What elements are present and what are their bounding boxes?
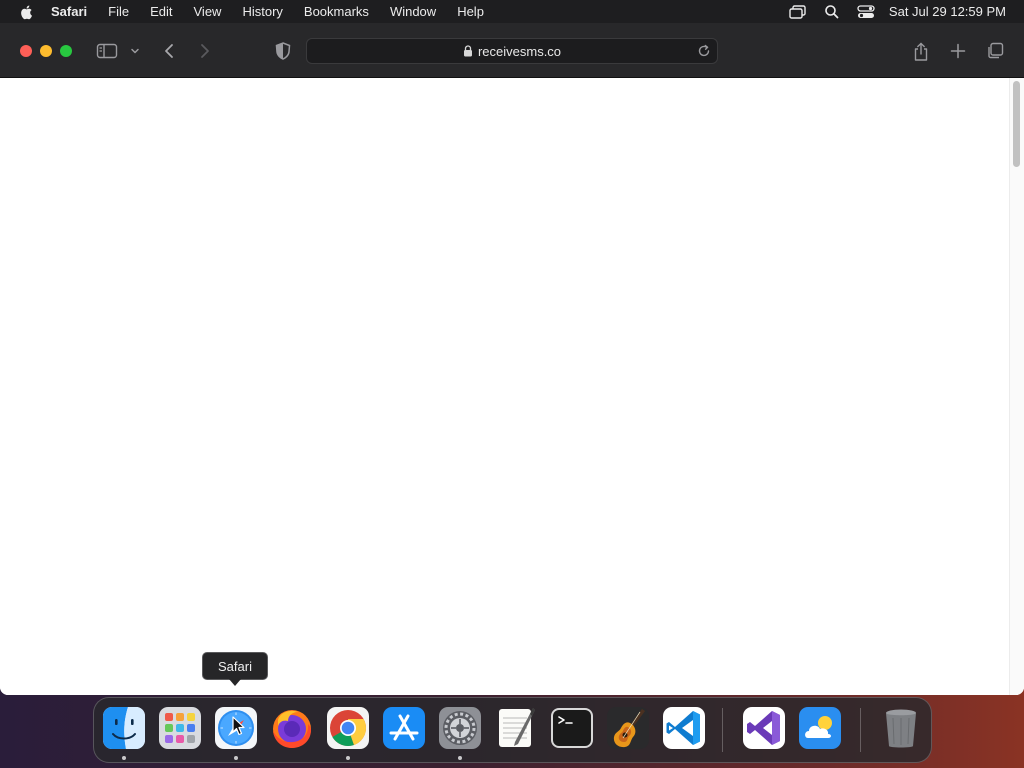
dock-tooltip: Safari — [202, 652, 268, 680]
privacy-report-button[interactable] — [273, 41, 293, 61]
menu-app-name[interactable]: Safari — [51, 0, 87, 23]
menu-history[interactable]: History — [242, 0, 282, 23]
chevron-right-icon — [201, 44, 209, 58]
share-icon — [914, 42, 928, 61]
screen-mirroring-icon[interactable] — [789, 4, 807, 20]
textedit-icon — [499, 708, 535, 747]
app-store-icon — [383, 707, 425, 749]
garageband-icon — [607, 707, 649, 749]
dock-running-indicator-finder — [122, 756, 126, 760]
back-button[interactable] — [160, 41, 178, 61]
minimize-window-button[interactable] — [40, 45, 52, 57]
maximize-window-button[interactable] — [60, 45, 72, 57]
menu-bar: Safari File Edit View History Bookmarks … — [0, 0, 1024, 23]
menu-help[interactable]: Help — [457, 0, 484, 23]
dock-item-system-settings[interactable] — [438, 706, 482, 750]
desktop: Safari File Edit View History Bookmarks … — [0, 0, 1024, 768]
mouse-cursor-icon — [232, 716, 245, 736]
address-bar[interactable]: receivesms.co — [306, 38, 718, 64]
dock-tooltip-arrow — [229, 679, 241, 686]
sidebar-icon — [96, 43, 118, 59]
menu-bookmarks[interactable]: Bookmarks — [304, 0, 369, 23]
browser-toolbar: receivesms.co — [0, 23, 1024, 78]
spotlight-search-icon[interactable] — [823, 4, 841, 20]
terminal-icon — [551, 708, 593, 748]
tab-group-menu-button[interactable] — [129, 41, 141, 61]
reload-icon[interactable] — [697, 44, 711, 58]
dock-running-indicator-safari — [234, 756, 238, 760]
dock-item-weather[interactable] — [798, 706, 842, 750]
system-settings-icon — [439, 707, 481, 749]
chevron-left-icon — [165, 44, 173, 58]
dock-item-finder[interactable] — [102, 706, 146, 750]
url-text[interactable]: receivesms.co — [478, 44, 561, 59]
tab-overview-button[interactable] — [985, 41, 1005, 61]
menu-bar-status-area: Sat Jul 29 12:59 PM — [773, 0, 1006, 23]
dock-separator — [860, 708, 861, 752]
tab-overview-icon — [988, 42, 1004, 59]
chrome-icon — [327, 707, 369, 749]
weather-icon — [799, 707, 841, 749]
vscode-icon — [663, 707, 705, 749]
dock — [93, 697, 932, 763]
control-center-icon[interactable] — [857, 4, 875, 20]
dock-item-trash[interactable] — [879, 706, 923, 750]
dock-item-vscode[interactable] — [662, 706, 706, 750]
apple-icon[interactable] — [19, 4, 35, 20]
web-page-content[interactable] — [0, 78, 1024, 695]
dock-item-chrome[interactable] — [326, 706, 370, 750]
dock-tooltip-label: Safari — [218, 658, 252, 674]
dock-running-indicator-system-settings — [458, 756, 462, 760]
forward-button[interactable] — [196, 41, 214, 61]
menu-bar-clock[interactable]: Sat Jul 29 12:59 PM — [889, 4, 1006, 19]
scrollbar-thumb[interactable] — [1013, 81, 1020, 167]
dock-separator — [722, 708, 723, 752]
dock-item-textedit[interactable] — [494, 706, 538, 750]
dock-item-app-store[interactable] — [382, 706, 426, 750]
menu-view[interactable]: View — [194, 0, 222, 23]
menu-file[interactable]: File — [108, 0, 129, 23]
trash-icon — [886, 709, 916, 748]
visual-studio-icon — [743, 707, 785, 749]
dock-item-launchpad[interactable] — [158, 706, 202, 750]
chevron-down-icon — [131, 48, 139, 54]
dock-running-indicator-chrome — [346, 756, 350, 760]
dock-item-garageband[interactable] — [606, 706, 650, 750]
menu-edit[interactable]: Edit — [150, 0, 172, 23]
safari-window: receivesms.co — [0, 23, 1024, 695]
close-window-button[interactable] — [20, 45, 32, 57]
shield-icon — [275, 42, 291, 60]
finder-icon — [103, 707, 145, 749]
lock-icon — [463, 45, 472, 57]
dock-item-visual-studio[interactable] — [742, 706, 786, 750]
launchpad-icon — [159, 707, 201, 749]
new-tab-button[interactable] — [948, 41, 968, 61]
vertical-scrollbar[interactable] — [1009, 78, 1024, 695]
plus-icon — [950, 43, 966, 59]
firefox-icon — [273, 710, 311, 748]
share-button[interactable] — [911, 41, 931, 63]
dock-item-terminal[interactable] — [550, 706, 594, 750]
sidebar-toggle-button[interactable] — [96, 41, 118, 61]
dock-item-firefox[interactable] — [270, 706, 314, 750]
menu-window[interactable]: Window — [390, 0, 436, 23]
